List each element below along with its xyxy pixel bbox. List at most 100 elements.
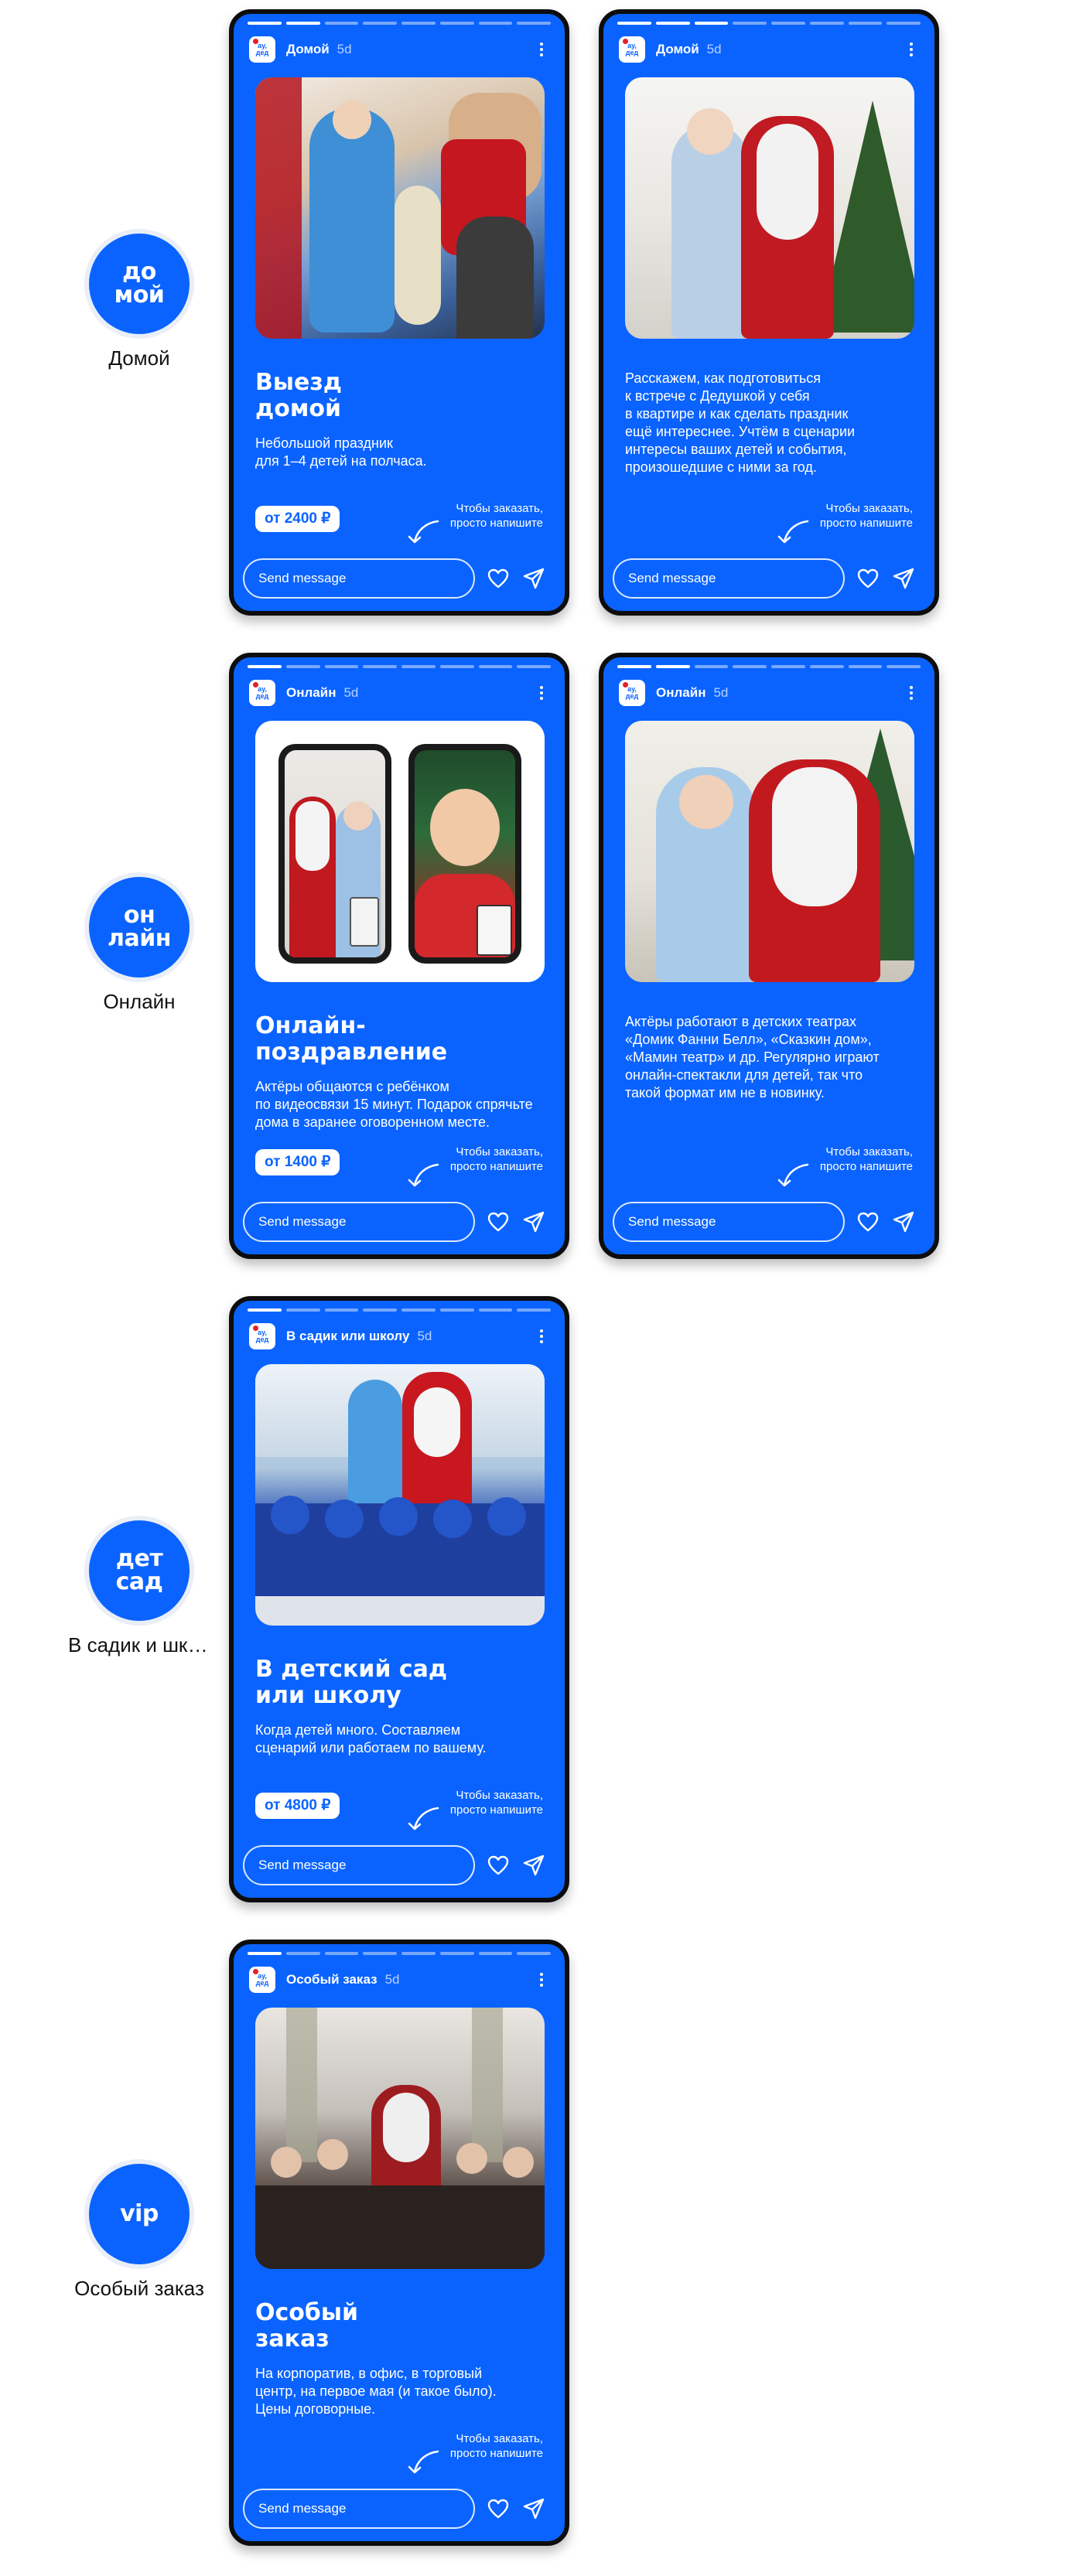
hint-line: Чтобы заказать,: [456, 2432, 543, 2445]
brand-logo[interactable]: ay, дед: [619, 36, 645, 63]
highlight-text-1: vip: [120, 2200, 159, 2227]
like-button[interactable]: [486, 1210, 511, 1234]
brand-logo[interactable]: ay, дед: [249, 680, 275, 706]
highlight-circle[interactable]: vip: [89, 2164, 190, 2264]
progress-segment: [655, 665, 690, 668]
story-card[interactable]: ay, дед Домой 5d Выезд домой Небольшой пра…: [229, 9, 569, 616]
story-author[interactable]: Домой: [286, 42, 330, 57]
like-button[interactable]: [486, 2496, 511, 2521]
progress-segment: [401, 665, 436, 668]
share-button[interactable]: [521, 566, 546, 591]
highlight-online[interactable]: он лайн Онлайн: [68, 877, 210, 1014]
logo-text-2: дед: [625, 692, 639, 700]
highlight-text-1: дет: [115, 1545, 163, 1572]
progress-segment: [439, 1308, 474, 1312]
progress-segment: [363, 1308, 397, 1312]
curved-arrow-icon: [408, 520, 439, 544]
share-button[interactable]: [891, 1210, 916, 1234]
story-card[interactable]: ay, дед Особый заказ 5d Особый заказ На ко…: [229, 1940, 569, 2546]
desc-line: дома в заранее оговоренном месте.: [255, 1114, 490, 1130]
more-options-icon[interactable]: [534, 681, 549, 705]
desc-line: «Мамин театр» и др. Регулярно играют: [625, 1049, 880, 1065]
heart-icon: [487, 2499, 509, 2519]
price-badge: от 4800 ₽: [255, 1793, 340, 1819]
curved-arrow-icon: [408, 1807, 439, 1830]
story-title-line-1: Выезд: [255, 369, 343, 396]
progress-segment: [439, 665, 474, 668]
highlight-circle[interactable]: он лайн: [89, 877, 190, 978]
brand-logo[interactable]: ay, дед: [249, 1323, 275, 1349]
more-options-icon[interactable]: [534, 1325, 549, 1348]
logo-hat-icon: [253, 1969, 258, 1974]
phone-mockup: [278, 744, 391, 964]
highlight-text-2: мой: [114, 281, 165, 309]
brand-logo[interactable]: ay, дед: [249, 36, 275, 63]
more-options-icon[interactable]: [534, 38, 549, 61]
story-author[interactable]: Особый заказ: [286, 1972, 378, 1987]
send-message-input[interactable]: Send message: [243, 2489, 475, 2529]
highlight-row-vip: vip Особый заказ ay, дед Особый заказ 5d …: [0, 1940, 1083, 2546]
highlight-kindergarten[interactable]: дет сад В садик и школу: [68, 1520, 210, 1657]
story-footer: Send message: [613, 557, 925, 600]
logo-hat-icon: [623, 682, 628, 688]
desc-line: произошедшие с ними за год.: [625, 459, 817, 475]
story-author[interactable]: Онлайн: [656, 685, 705, 701]
send-message-input[interactable]: Send message: [243, 1845, 475, 1885]
like-button[interactable]: [486, 566, 511, 591]
story-card[interactable]: ay, дед Онлайн 5d Актёры работают в детск…: [599, 653, 939, 1259]
hint-line: просто напишите: [449, 2447, 543, 2460]
heart-icon: [487, 1212, 509, 1232]
story-author[interactable]: Домой: [656, 42, 699, 57]
progress-segment: [887, 22, 921, 25]
like-button[interactable]: [486, 1853, 511, 1878]
hint-line: Чтобы заказать,: [825, 1145, 913, 1158]
share-button[interactable]: [891, 566, 916, 591]
progress-segment: [363, 665, 397, 668]
story-description: Актёры общаются с ребёнком по видеосвязи…: [255, 1078, 557, 1131]
story-footer: Send message: [243, 2487, 555, 2530]
story-card[interactable]: ay, дед Домой 5d Расскажем, как подготови…: [599, 9, 939, 616]
desc-line: интересы ваших детей и события,: [625, 442, 847, 457]
share-button[interactable]: [521, 1210, 546, 1234]
story-title-line-2: домой: [255, 395, 341, 422]
like-button[interactable]: [856, 566, 880, 591]
story-photo: [255, 2008, 545, 2269]
more-options-icon[interactable]: [904, 38, 919, 61]
story-title: В детский сад или школу: [255, 1656, 549, 1709]
hint-line: просто напишите: [449, 1803, 543, 1817]
share-button[interactable]: [521, 1853, 546, 1878]
share-button[interactable]: [521, 2496, 546, 2521]
send-message-input[interactable]: Send message: [613, 558, 845, 599]
brand-logo[interactable]: ay, дед: [619, 680, 645, 706]
story-title-line-1: Особый: [255, 2299, 358, 2326]
highlight-vip[interactable]: vip Особый заказ: [68, 2164, 210, 2301]
send-message-input[interactable]: Send message: [613, 1202, 845, 1242]
hint-line: Чтобы заказать,: [456, 1789, 543, 1802]
brand-logo[interactable]: ay, дед: [249, 1967, 275, 1993]
story-card[interactable]: ay, дед Онлайн 5d Онлайн- поздравление А…: [229, 653, 569, 1259]
progress-segment: [771, 22, 805, 25]
highlight-circle[interactable]: дет сад: [89, 1520, 190, 1621]
story-author[interactable]: В садик или школу: [286, 1329, 409, 1344]
hint-line: просто напишите: [819, 517, 913, 530]
story-header: ay, дед Домой 5d: [619, 34, 919, 65]
story-author[interactable]: Онлайн: [286, 685, 336, 701]
progress-segment: [401, 1308, 436, 1312]
highlight-home[interactable]: до мой Домой: [68, 234, 210, 370]
price-badge: от 2400 ₽: [255, 506, 340, 532]
more-options-icon[interactable]: [904, 681, 919, 705]
progress-segment: [478, 665, 513, 668]
send-message-input[interactable]: Send message: [243, 558, 475, 599]
send-icon: [523, 568, 545, 589]
desc-line: центр, на первое мая (и такое было).: [255, 2383, 497, 2399]
send-message-input[interactable]: Send message: [243, 1202, 475, 1242]
story-title-line-1: В детский сад: [255, 1656, 448, 1683]
highlight-label: В садик и школу: [68, 1633, 210, 1656]
story-description: Небольшой праздник для 1–4 детей на полча…: [255, 435, 557, 470]
more-options-icon[interactable]: [534, 1968, 549, 1991]
highlight-circle[interactable]: до мой: [89, 234, 190, 334]
story-description: Когда детей много. Составляем сценарий и…: [255, 1721, 557, 1757]
story-description: Расскажем, как подготовиться к встрече с…: [625, 370, 927, 476]
like-button[interactable]: [856, 1210, 880, 1234]
story-card[interactable]: ay, дед В садик или школу 5d В детский са…: [229, 1296, 569, 1902]
